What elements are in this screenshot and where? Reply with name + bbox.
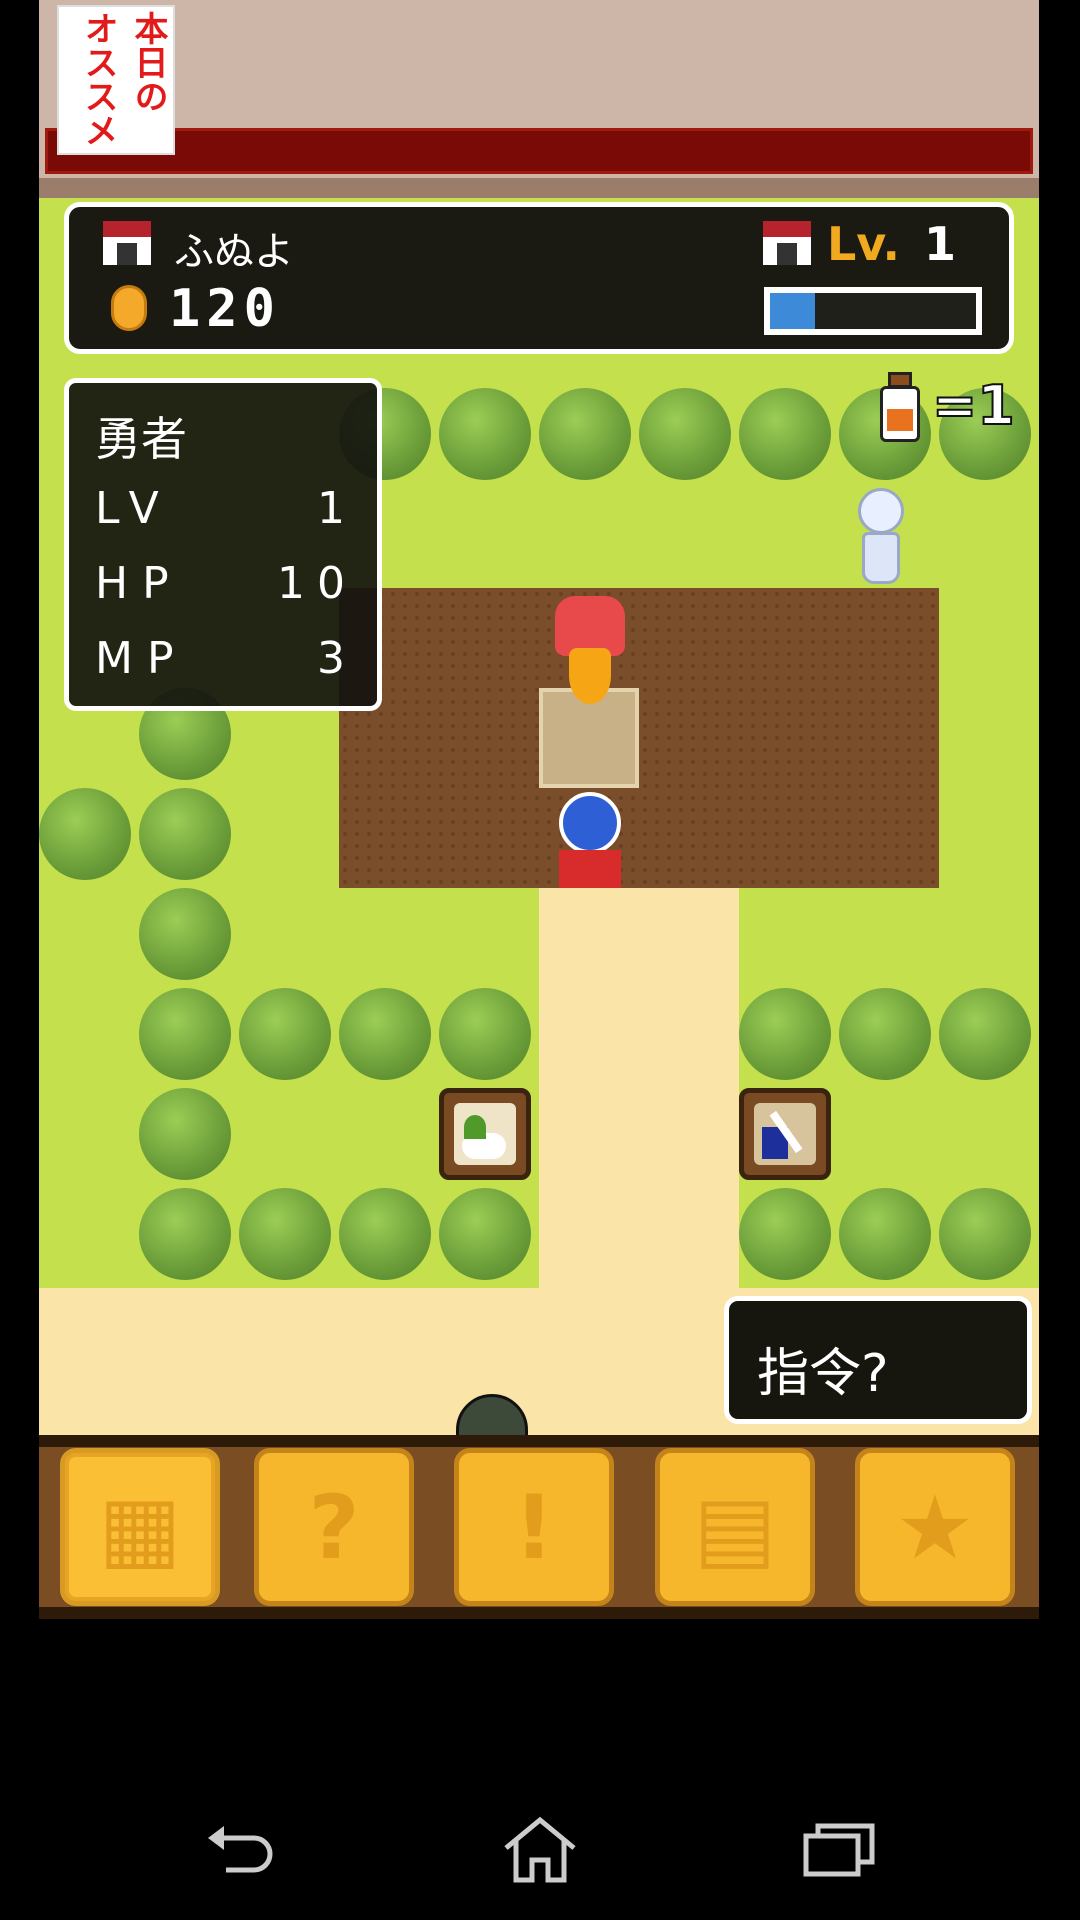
- map-button[interactable]: ▤: [655, 1448, 815, 1606]
- bush: [739, 388, 831, 480]
- bush: [239, 988, 331, 1080]
- home-icon: [504, 1816, 576, 1883]
- event-button[interactable]: !: [454, 1448, 614, 1606]
- status-label: MP: [95, 633, 188, 684]
- question-hourglass-icon: ?: [308, 1475, 360, 1579]
- status-row-lv: LV 1: [95, 483, 357, 534]
- bush: [439, 1188, 531, 1280]
- shop-button[interactable]: ▦: [60, 1448, 220, 1606]
- back-button[interactable]: [202, 1815, 282, 1885]
- shop-icon: ▦: [98, 1475, 182, 1579]
- statue-body: [862, 532, 900, 584]
- level-value: 1: [924, 217, 957, 271]
- ad-banner-shadow: [39, 178, 1039, 198]
- bush: [839, 988, 931, 1080]
- xp-fill: [770, 293, 815, 329]
- command-bubble[interactable]: 指令?: [724, 1296, 1032, 1424]
- bush: [139, 788, 231, 880]
- favorite-button[interactable]: ★: [855, 1448, 1015, 1606]
- bush: [439, 988, 531, 1080]
- shop-icon: [103, 221, 151, 265]
- bush: [839, 1188, 931, 1280]
- ad-banner[interactable]: [39, 0, 1039, 198]
- status-value: 10: [277, 558, 357, 609]
- bush: [539, 388, 631, 480]
- player-hud: ふぬよ 120 Lv. 1: [64, 202, 1014, 354]
- xp-progress-bar: [764, 287, 982, 335]
- bush: [39, 788, 131, 880]
- status-label: LV: [95, 483, 173, 534]
- statue-npc[interactable]: [844, 488, 918, 584]
- weapon-icon: [754, 1103, 816, 1165]
- bush: [139, 988, 231, 1080]
- bird-beak: [569, 648, 611, 704]
- bush: [139, 888, 231, 980]
- home-button[interactable]: [500, 1815, 580, 1885]
- food-shop-sign[interactable]: [439, 1088, 531, 1180]
- bush: [139, 1088, 231, 1180]
- command-text: 指令?: [757, 1344, 889, 1404]
- status-row-mp: MP 3: [95, 633, 357, 684]
- status-title: 勇者: [95, 412, 187, 466]
- ad-banner-strip: [45, 128, 1033, 174]
- dirt-plot: [339, 588, 939, 888]
- event-icon: !: [513, 1475, 555, 1579]
- bush: [239, 1188, 331, 1280]
- coin-count: 120: [169, 279, 281, 339]
- hint-button[interactable]: ?: [254, 1448, 414, 1606]
- status-label: HP: [95, 558, 183, 609]
- player-name: ふぬよ: [174, 229, 294, 275]
- shop-level-icon: [763, 221, 811, 265]
- bush: [739, 1188, 831, 1280]
- bush: [339, 988, 431, 1080]
- bush: [639, 388, 731, 480]
- bird-crest: [555, 596, 625, 656]
- food-icon: [454, 1103, 516, 1165]
- back-icon: [208, 1826, 273, 1873]
- ad-logo-line1: 本日の: [128, 11, 168, 113]
- hero-helmet: [559, 792, 621, 854]
- hero-status-panel[interactable]: 勇者 LV 1 HP 10 MP 3: [64, 378, 382, 711]
- status-row-hp: HP 10: [95, 558, 357, 609]
- potion-icon: [880, 372, 920, 442]
- recents-icon: [803, 1823, 875, 1877]
- bush: [139, 1188, 231, 1280]
- ad-logo[interactable]: 本日の オススメ: [57, 5, 175, 155]
- status-value: 1: [317, 483, 357, 534]
- weapon-shop-sign[interactable]: [739, 1088, 831, 1180]
- ad-logo-line2: オススメ: [78, 11, 118, 147]
- bush: [439, 388, 531, 480]
- statue-head: [858, 488, 904, 534]
- coin-icon: [111, 285, 147, 331]
- map-grid-icon: ▤: [693, 1475, 777, 1579]
- hero-character[interactable]: [545, 792, 635, 888]
- potion-count: =1: [931, 373, 1016, 438]
- status-value: 3: [317, 633, 357, 684]
- bush: [339, 1188, 431, 1280]
- star-icon: ★: [895, 1475, 975, 1579]
- bird-npc[interactable]: [545, 596, 635, 706]
- recents-button[interactable]: [800, 1815, 880, 1885]
- bush: [739, 988, 831, 1080]
- bush: [939, 1188, 1031, 1280]
- hero-body: [559, 850, 621, 888]
- bush: [939, 988, 1031, 1080]
- potion-bottle: [880, 386, 920, 442]
- level-label: Lv.: [827, 217, 901, 271]
